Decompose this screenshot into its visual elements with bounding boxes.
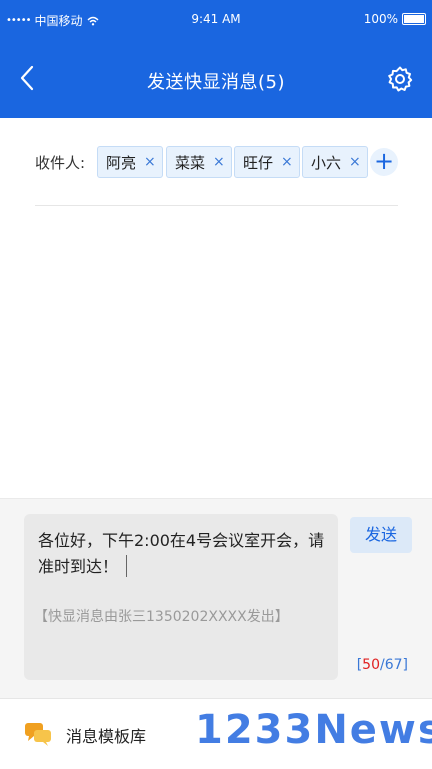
recipient-name: 菜菜: [175, 153, 206, 172]
status-right: 100%: [364, 12, 426, 26]
message-signature: 【快显消息由张三1350202XXXX发出】: [34, 609, 289, 625]
recipient-name: 小六: [311, 153, 342, 172]
remove-icon[interactable]: ×: [213, 154, 225, 170]
recipient-chip[interactable]: 旺仔 ×: [234, 146, 300, 178]
remove-icon[interactable]: ×: [349, 154, 361, 170]
message-text-wrap: 各位好，下午2:00在4号会议室开会，请准时到达！: [38, 528, 328, 580]
recipients-label: 收件人:: [35, 154, 86, 172]
recipient-name: 旺仔: [243, 153, 274, 172]
send-button[interactable]: 发送: [350, 517, 412, 553]
remove-icon[interactable]: ×: [281, 154, 293, 170]
message-input[interactable]: 各位好，下午2:00在4号会议室开会，请准时到达！ 【快显消息由张三135020…: [24, 514, 338, 680]
text-caret: [126, 555, 128, 577]
counter-current: 50: [362, 657, 380, 673]
template-library-button[interactable]: 消息模板库: [66, 723, 146, 747]
divider: [35, 205, 398, 206]
recipient-chip[interactable]: 小六 ×: [302, 146, 368, 178]
nav-bar: 发送快显消息(5): [0, 38, 432, 118]
bottom-bar: 消息模板库 1233News: [0, 698, 432, 769]
counter-close: ]: [402, 657, 408, 673]
status-bar: ••••• 中国移动 9:41 AM 100%: [0, 0, 432, 38]
counter-max: 67: [384, 657, 403, 673]
recipient-chip[interactable]: 菜菜 ×: [166, 146, 232, 178]
remove-icon[interactable]: ×: [144, 154, 156, 170]
watermark: 1233News: [195, 707, 432, 753]
page-title: 发送快显消息(5): [147, 72, 285, 93]
message-text: 各位好，下午2:00在4号会议室开会，请准时到达！: [38, 531, 325, 576]
recipient-chip[interactable]: 阿亮 ×: [97, 146, 163, 178]
compose-area: 各位好，下午2:00在4号会议室开会，请准时到达！ 【快显消息由张三135020…: [0, 498, 432, 699]
gear-icon[interactable]: [386, 65, 414, 93]
battery-icon: [402, 13, 426, 25]
char-counter: [50/67]: [357, 657, 408, 673]
recipient-name: 阿亮: [106, 153, 137, 172]
chat-bubbles-icon[interactable]: [24, 721, 52, 747]
add-recipient-button[interactable]: +: [370, 148, 398, 176]
battery-percent: 100%: [363, 12, 398, 26]
recipients-section: 收件人: 阿亮 × 菜菜 × 旺仔 × 小六 × +: [0, 118, 432, 206]
